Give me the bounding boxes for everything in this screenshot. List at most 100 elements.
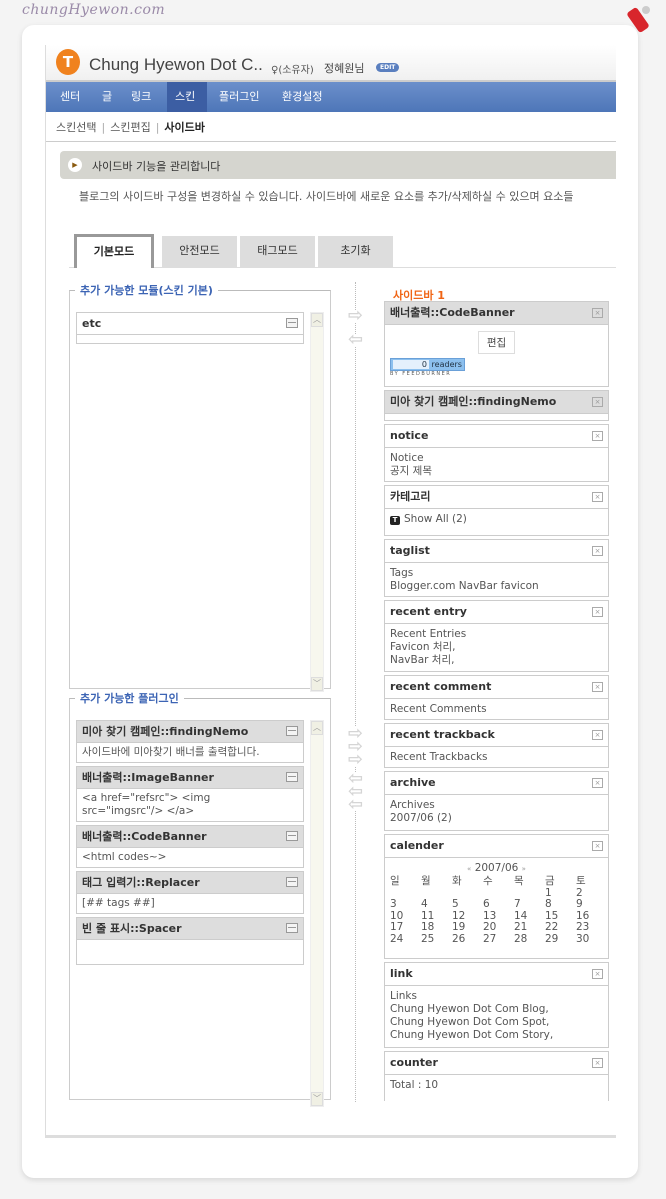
owner-role: (소유자) [278,65,314,76]
close-icon[interactable]: × [592,969,603,979]
prev-month-button[interactable]: « [467,865,471,873]
widget-link[interactable]: link × Links Chung Hyewon Dot Com Blog, Chun… [384,962,609,1048]
scroll-down-icon[interactable]: ﹀ [311,1092,323,1106]
widget-recent-entry[interactable]: recent entry × Recent Entries Favicon 처리, Na… [384,600,609,672]
widget-taglist[interactable]: taglist × Tags Blogger.com NavBar favicon [384,539,609,597]
nav-center[interactable]: 센터 [52,82,88,112]
calendar-day[interactable]: 27 [483,933,514,946]
feedburner-badge[interactable]: 0 readers [390,358,465,371]
next-month-button[interactable]: » [522,865,526,873]
plugin-item[interactable]: 빈 줄 표시::Spacer [76,917,304,965]
calendar-day[interactable]: 26 [452,933,483,946]
scrollbar[interactable]: ︿ ﹀ [310,312,324,692]
close-icon[interactable]: × [592,308,603,318]
widget-calendar[interactable]: calender × « 2007/06 » 일 월 화 수 목 금 토 1 2 3 4 5 6 7 8 9 10… [384,834,609,959]
plugin-item[interactable]: 미아 찾기 캠페인::findingNemo 사이드바에 미아찾기 배너를 출력합… [76,720,304,763]
subnav-sidebar[interactable]: 사이드바 [164,121,204,134]
close-icon[interactable]: × [592,607,603,617]
tab-reset[interactable]: 초기화 [318,236,393,268]
widget-body: Archives 2007/06 (2) [385,795,608,829]
scrollbar[interactable]: ︿ ﹀ [310,720,324,1107]
widget-카테고리[interactable]: 카테고리 × T Show All (2) [384,485,609,536]
minimize-icon[interactable] [286,726,298,736]
move-all-left-arrows-icon[interactable]: ⇦ ⇦ ⇦ [348,770,364,814]
calendar-day[interactable]: 18 [421,921,452,934]
widget-findingnemo[interactable]: 미아 찾기 캠페인::findingNemo × [384,390,609,421]
calendar-day[interactable]: 29 [545,933,576,946]
move-left-arrow-icon[interactable]: ⇦ [348,331,364,349]
calendar-day[interactable]: 3 [390,898,421,911]
minimize-icon[interactable] [286,831,298,841]
blog-title[interactable]: Chung Hyewon Dot C.. [89,55,263,75]
close-icon[interactable]: × [592,682,603,692]
close-icon[interactable]: × [592,778,603,788]
widget-title: recent comment [390,680,492,693]
move-right-arrow-icon[interactable]: ⇨ [348,307,364,325]
calendar-day[interactable]: 22 [545,921,576,934]
close-icon[interactable]: × [592,492,603,502]
calendar-day[interactable]: 5 [452,898,483,911]
nav-links[interactable]: 링크 [123,82,159,112]
widget-notice[interactable]: notice × Notice 공지 제목 [384,424,609,482]
calendar-weekday: 금 [545,875,555,887]
plugin-header: 미아 찾기 캠페인::findingNemo [77,721,303,743]
nav-plugins[interactable]: 플러그인 [211,82,267,112]
scroll-up-icon[interactable]: ︿ [311,313,323,327]
module-item[interactable]: etc [76,312,304,344]
calendar-day[interactable]: 6 [483,898,514,911]
plugin-body: <html codes~> [77,848,303,867]
calendar-day[interactable]: 28 [514,933,545,946]
minimize-icon[interactable] [286,318,298,328]
subnav-skin-select[interactable]: 스킨선택 [56,121,96,134]
calendar-day[interactable]: 30 [576,933,607,946]
calendar-day[interactable]: 19 [452,921,483,934]
plugin-item[interactable]: 태그 입력기::Replacer [## tags ##] [76,871,304,914]
plugin-item[interactable]: 배너출력::CodeBanner <html codes~> [76,825,304,868]
widget-recent-trackback[interactable]: recent trackback × Recent Trackbacks [384,723,609,768]
close-icon[interactable]: × [592,431,603,441]
subnav-skin-edit[interactable]: 스킨편집 [110,121,150,134]
tab-safe-mode[interactable]: 안전모드 [162,236,237,268]
calendar-day[interactable]: 7 [514,898,545,911]
close-icon[interactable]: × [592,1058,603,1068]
close-icon[interactable]: × [592,841,603,851]
nav-settings[interactable]: 환경설정 [274,82,330,112]
tab-tag-mode[interactable]: 태그모드 [240,236,315,268]
site-logo[interactable]: chungHyewon.com [22,2,165,18]
tab-basic-mode[interactable]: 기본모드 [74,234,154,268]
nav-skin[interactable]: 스킨 [167,82,207,112]
calendar-day[interactable]: 25 [421,933,452,946]
widget-counter[interactable]: counter × Total : 10 [384,1051,609,1101]
tistory-logo[interactable]: T [56,49,80,75]
calendar-day[interactable]: 17 [390,921,421,934]
close-icon[interactable]: × [592,397,603,407]
plugin-body-line: <html codes~> [82,851,167,863]
calendar-day[interactable]: 9 [576,898,607,911]
edit-button[interactable]: 편집 [477,331,516,354]
minimize-icon[interactable] [286,772,298,782]
close-icon[interactable]: × [592,730,603,740]
widget-body-line: 2007/06 (2) [390,812,603,825]
edit-profile-button[interactable]: EDIT [376,63,400,72]
calendar-day[interactable]: 21 [514,921,545,934]
calendar-day[interactable]: 4 [421,898,452,911]
calendar-grid: 일 월 화 수 목 금 토 1 2 3 4 5 6 7 8 9 10 11 12 13 14 15 16 17 18 19 20 21… [390,875,603,946]
scroll-up-icon[interactable]: ︿ [311,721,323,735]
widget-text: Recent Comments [390,703,487,715]
plugin-item[interactable]: 배너출력::ImageBanner <a href="refsrc"> <img s… [76,766,304,822]
calendar-day[interactable]: 24 [390,933,421,946]
skin-modules-title: 추가 가능한 모듈(스킨 기본) [80,284,213,297]
widget-codebanner[interactable]: 배너출력::CodeBanner × 편집 0 readers BY FEEDBU… [384,301,609,387]
calendar-day[interactable]: 8 [545,898,576,911]
widget-archive[interactable]: archive × Archives 2007/06 (2) [384,771,609,831]
close-icon[interactable]: × [592,546,603,556]
calendar-day[interactable]: 23 [576,921,607,934]
nav-posts[interactable]: 글 [94,82,120,112]
widget-recent-comment[interactable]: recent comment × Recent Comments [384,675,609,720]
minimize-icon[interactable] [286,923,298,933]
scroll-down-icon[interactable]: ﹀ [311,677,323,691]
plugin-body-line: src="imgsrc"/> </a> [82,805,195,817]
calendar-day[interactable]: 20 [483,921,514,934]
minimize-icon[interactable] [286,877,298,887]
move-all-right-arrows-icon[interactable]: ⇨ ⇨ ⇨ [348,725,364,769]
